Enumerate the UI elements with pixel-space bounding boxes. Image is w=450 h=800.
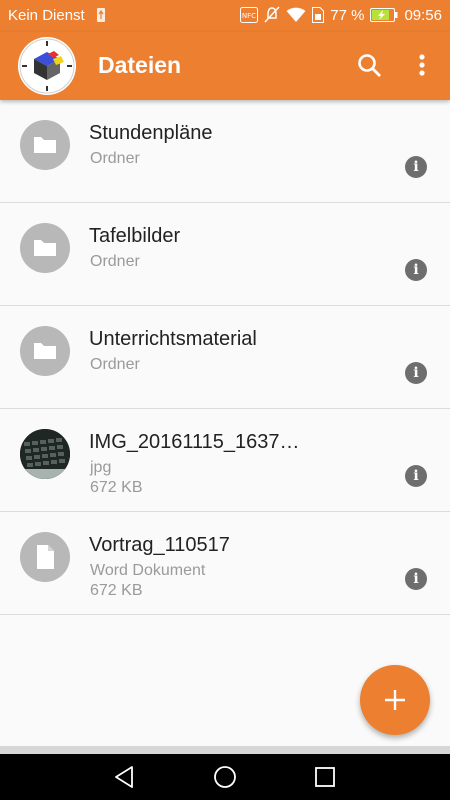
file-name: Stundenpläne [89, 122, 213, 144]
info-icon[interactable]: i [405, 362, 427, 384]
file-type: Word Dokument [90, 562, 206, 579]
search-icon[interactable] [356, 52, 384, 80]
list-item[interactable]: Unterrichtsmaterial Ordner i [0, 306, 450, 409]
list-item[interactable]: Vortrag_110517 Word Dokument 672 KB i [0, 512, 450, 615]
file-list: Stundenpläne Ordner i Tafelbilder Ordner… [0, 100, 450, 615]
list-item[interactable]: Stundenpläne Ordner i [0, 100, 450, 203]
file-name: Unterrichtsmaterial [89, 328, 257, 350]
carrier-label: Kein Dienst [8, 7, 85, 24]
folder-icon [20, 120, 70, 170]
app-logo-icon [18, 37, 76, 95]
nfc-label: NFC [242, 12, 256, 20]
nfc-icon: NFC [240, 7, 259, 23]
usb-icon [97, 8, 105, 22]
file-name: Vortrag_110517 [89, 534, 230, 556]
folder-icon [20, 326, 70, 376]
info-icon[interactable]: i [405, 465, 427, 487]
status-bar: Kein Dienst NFC 77 % 09:56 [0, 0, 450, 32]
home-icon[interactable] [213, 765, 237, 789]
image-thumbnail [20, 429, 70, 479]
file-name: IMG_20161115_1637… [89, 431, 300, 453]
clock: 09:56 [404, 6, 442, 24]
page-title: Dateien [98, 52, 182, 78]
file-type: Ordner [90, 356, 140, 373]
mute-icon [264, 6, 280, 23]
back-icon[interactable] [113, 765, 137, 789]
info-icon[interactable]: i [405, 259, 427, 281]
battery-charging-icon [370, 8, 398, 22]
sim-icon [312, 7, 325, 23]
add-button[interactable] [360, 665, 430, 735]
file-type: Ordner [90, 253, 140, 270]
info-icon[interactable]: i [405, 156, 427, 178]
file-name: Tafelbilder [89, 225, 181, 247]
folder-icon [20, 223, 70, 273]
plus-icon [385, 690, 405, 710]
navigation-bar [0, 754, 450, 800]
recents-icon[interactable] [313, 765, 337, 789]
info-icon[interactable]: i [405, 568, 427, 590]
battery-percent: 77 % [330, 6, 365, 24]
file-type: Ordner [90, 150, 140, 167]
app-bar: Dateien [0, 32, 450, 100]
document-icon [20, 532, 70, 582]
file-size: 672 KB [90, 479, 143, 496]
list-item[interactable]: Tafelbilder Ordner i [0, 203, 450, 306]
file-size: 672 KB [90, 582, 143, 599]
more-vert-icon[interactable] [412, 52, 432, 80]
wifi-icon [286, 7, 306, 22]
list-item[interactable]: IMG_20161115_1637… jpg 672 KB i [0, 409, 450, 512]
divider [0, 746, 450, 754]
file-type: jpg [90, 459, 112, 476]
